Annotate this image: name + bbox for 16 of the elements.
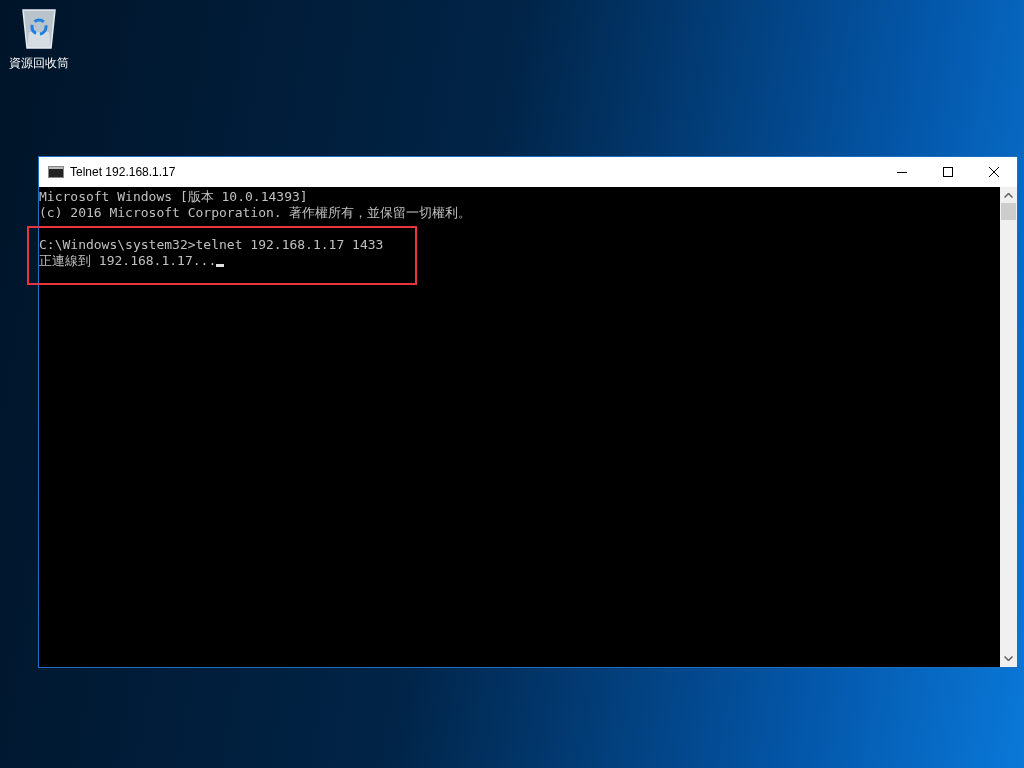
console-line: 正連線到 192.168.1.17... xyxy=(39,253,217,269)
scroll-down-icon[interactable] xyxy=(1004,656,1013,661)
console-line: Microsoft Windows [版本 10.0.14393] xyxy=(39,189,308,205)
console-line: (c) 2016 Microsoft Corporation. 著作權所有，並保留一切權利。 xyxy=(39,205,472,221)
console-app-icon xyxy=(48,166,64,178)
text-cursor-icon xyxy=(216,264,225,267)
console-line: C:\Windows\system32>telnet 192.168.1.17 1433 xyxy=(39,237,384,253)
window-title: Telnet 192.168.1.17 xyxy=(70,164,176,181)
minimize-icon xyxy=(897,171,907,173)
scrollbar[interactable] xyxy=(1000,187,1017,667)
maximize-icon xyxy=(943,167,953,177)
recycle-bin-icon[interactable] xyxy=(21,6,57,50)
close-icon xyxy=(989,167,999,177)
desktop-icon-label[interactable]: 資源回收筒 xyxy=(9,54,69,72)
scroll-thumb[interactable] xyxy=(1001,203,1016,220)
scroll-up-icon[interactable] xyxy=(1004,193,1013,198)
